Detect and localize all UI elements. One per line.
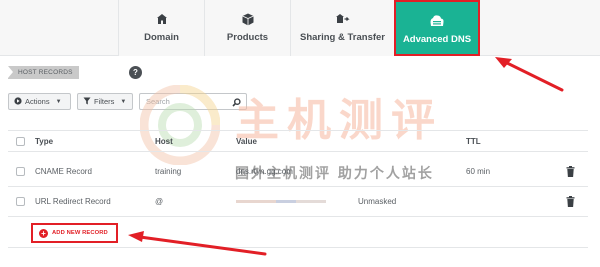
annotation-arrows <box>128 57 564 256</box>
arrow-advanced-dns <box>495 57 564 92</box>
app-root: Domain Products Sharing & Transfer Advan… <box>0 0 600 267</box>
arrow-add-record <box>128 231 267 256</box>
